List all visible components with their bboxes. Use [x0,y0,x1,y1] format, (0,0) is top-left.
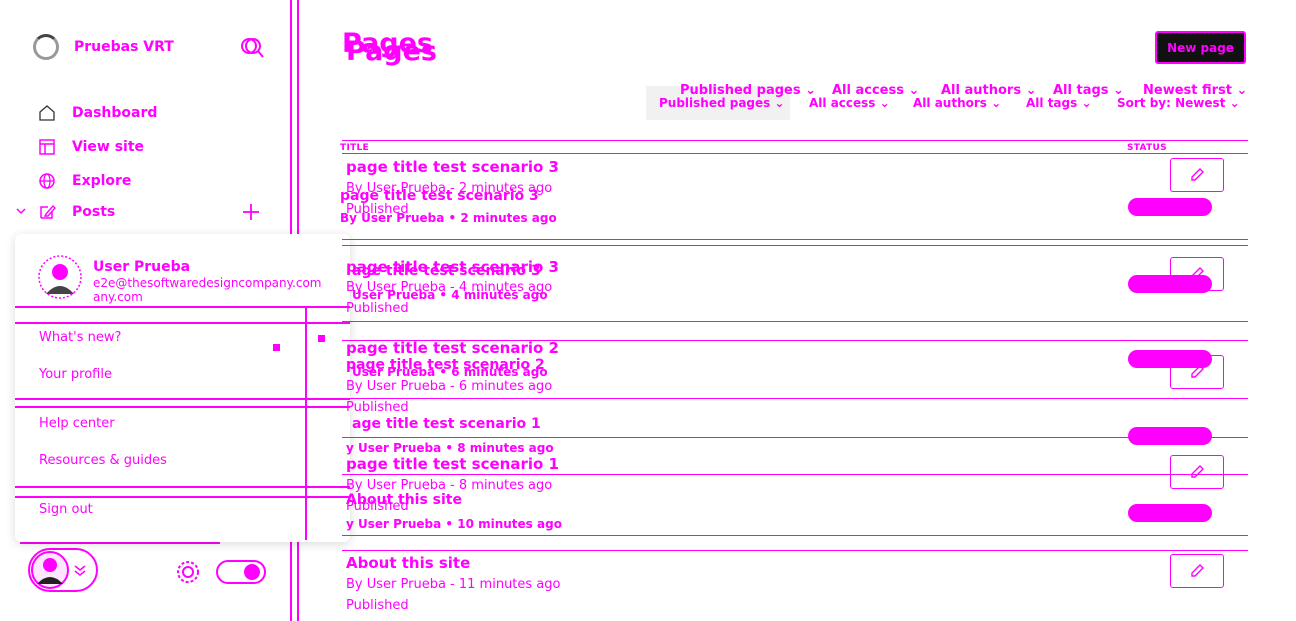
menu-help-center[interactable]: Help center [39,417,115,430]
edit-button[interactable] [1170,257,1224,291]
avatar [31,551,69,589]
row-meta: By User Prueba - 8 minutes ago [346,478,553,493]
row-status: Published [346,400,409,415]
edit-button[interactable] [1170,554,1224,588]
nav-view-site-label: View site [72,139,145,155]
divider [15,322,350,324]
row-meta: By User Prueba - 6 minutes ago [346,379,553,394]
ghost-row-meta: y User Prueba • 8 minutes ago [346,441,554,455]
row-divider [342,245,1248,246]
edit-button[interactable] [1170,455,1224,489]
row-divider [342,398,1248,399]
nav-explore-label: Explore [72,173,132,189]
ghost-row-meta: User Prueba • 6 minutes ago [352,365,548,379]
filter-order-ghost-label: Sort by: Newest [1117,96,1226,110]
filter-tags-ghost: All tags ⌄ [1026,96,1092,110]
ghost-row-title: page title test scenario 3 [340,188,539,204]
col-status-header: STATUS [1127,143,1167,153]
row-meta: By User Prueba - 11 minutes ago [346,577,561,592]
row-divider [342,550,1248,551]
col-title-header: TITLE [340,143,370,153]
row-status: Published [346,301,409,316]
menu-whats-new[interactable]: What's new? [39,331,121,344]
ghost-row-meta: By User Prueba • 2 minutes ago [340,211,557,225]
row-title[interactable]: About this site [346,554,470,572]
home-icon [39,105,55,121]
row-divider [342,239,1248,240]
edit-icon [40,204,56,219]
whats-new-indicator [273,344,280,351]
whats-new-indicator-2 [318,335,325,342]
pencil-icon [1191,465,1204,478]
user-dropdown: User Prueba e2e@thesoftwaredesigncompany… [15,234,350,542]
filter-authors-ghost-label: All authors [913,96,987,110]
row-divider [342,474,1248,475]
search-icon[interactable] [240,37,264,59]
ghost-row-meta: y User Prueba • 10 minutes ago [346,517,562,531]
ghost-row-title: age title test scenario 3 [352,263,541,279]
status-badge [1128,427,1212,445]
filter-tags-ghost-label: All tags [1026,96,1078,110]
row-title[interactable]: page title test scenario 2 [346,339,559,357]
table-header-line [342,140,1248,141]
globe-icon [39,173,55,189]
row-divider [342,321,1248,322]
divider [15,398,350,400]
dropdown-user-email-wrap: any.com [93,290,143,304]
filter-type-ghost: Published pages ⌄ [659,96,785,110]
pencil-icon [1191,564,1204,577]
brand-name: Pruebas VRT [74,39,174,55]
filter-type-ghost-label: Published pages [659,96,771,110]
edit-button[interactable] [1170,158,1224,192]
row-divider [342,437,1248,438]
gear-icon[interactable] [175,559,201,585]
ghost-row-title: About this site [346,492,462,508]
theme-toggle-knob [244,564,260,580]
filter-order-ghost: Sort by: Newest ⌄ [1117,96,1240,110]
nav-dashboard[interactable]: Dashboard [37,102,157,124]
status-badge [1128,198,1212,216]
new-page-button[interactable]: New page [1155,31,1246,64]
divider [15,486,350,488]
divider [305,306,307,540]
add-post-icon[interactable] [241,202,261,222]
filter-access-ghost-label: All access [809,96,876,110]
chevron-double-down-icon [74,565,86,576]
chevron-down-icon[interactable] [15,205,27,217]
dropdown-user-email: e2e@thesoftwaredesigncompany.com [93,276,322,290]
menu-sign-out[interactable]: Sign out [39,503,93,516]
divider [15,406,350,408]
nav-posts[interactable]: Posts [37,201,115,223]
row-status: Published [346,598,409,613]
status-badge [1128,504,1212,522]
filter-authors-ghost: All authors ⌄ [913,96,1002,110]
row-divider [342,535,1248,536]
filter-access-ghost: All access ⌄ [809,96,890,110]
divider [15,496,350,498]
edit-button[interactable] [1170,355,1224,389]
ghost-row-title: age title test scenario 1 [352,416,541,432]
brand-logo [33,34,59,60]
pencil-icon [1191,365,1204,378]
ghost-row-meta: User Prueba • 4 minutes ago [352,288,548,302]
menu-your-profile[interactable]: Your profile [39,368,112,381]
table-header-line-2 [342,153,1248,154]
theme-toggle[interactable] [216,560,266,584]
nav-view-site[interactable]: View site [37,136,144,158]
browser-icon [39,139,55,155]
row-title[interactable]: page title test scenario 1 [346,455,559,473]
menu-resources-guides[interactable]: Resources & guides [39,454,167,467]
pencil-icon [1191,168,1204,181]
nav-posts-label: Posts [72,204,116,220]
row-title[interactable]: page title test scenario 3 [346,158,559,176]
dropdown-avatar [38,255,82,299]
pencil-icon [1191,267,1204,280]
page-title-ghost: Pages [346,36,437,67]
nav-explore[interactable]: Explore [37,170,131,192]
nav-dashboard-label: Dashboard [72,105,158,121]
dropdown-user-name: User Prueba [93,259,191,275]
divider [15,306,350,308]
